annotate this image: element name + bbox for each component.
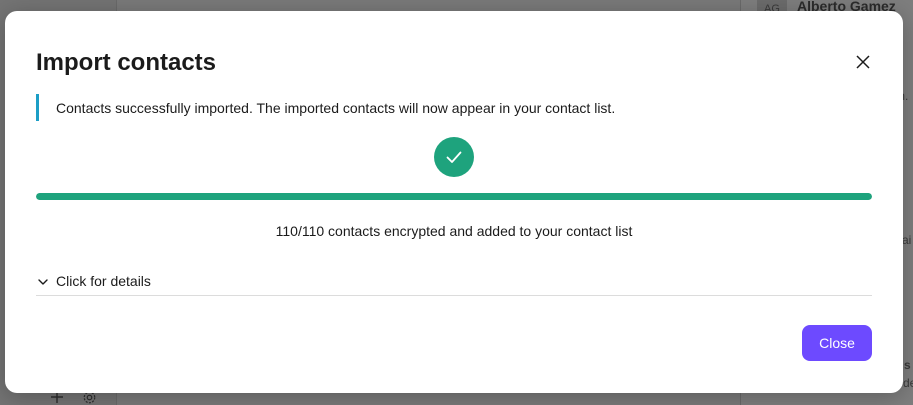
background-text: ai	[902, 233, 912, 247]
close-button[interactable]: Close	[802, 325, 872, 361]
import-contacts-dialog: Import contacts Contacts successfully im…	[5, 11, 903, 393]
progress-status: 110/110 contacts encrypted and added to …	[275, 223, 633, 239]
check-icon	[434, 137, 474, 177]
details-toggle[interactable]: Click for details	[36, 270, 872, 296]
details-toggle-label: Click for details	[56, 272, 151, 289]
success-notice: Contacts successfully imported. The impo…	[36, 94, 615, 121]
close-icon[interactable]	[854, 53, 872, 71]
progress-fill	[36, 193, 872, 200]
notice-text: Contacts successfully imported. The impo…	[56, 99, 616, 116]
dialog-title: Import contacts	[36, 49, 217, 76]
background-text: de	[903, 376, 913, 390]
background-text: s	[904, 358, 911, 372]
progress-bar	[36, 193, 872, 200]
chevron-down-icon	[36, 275, 50, 289]
